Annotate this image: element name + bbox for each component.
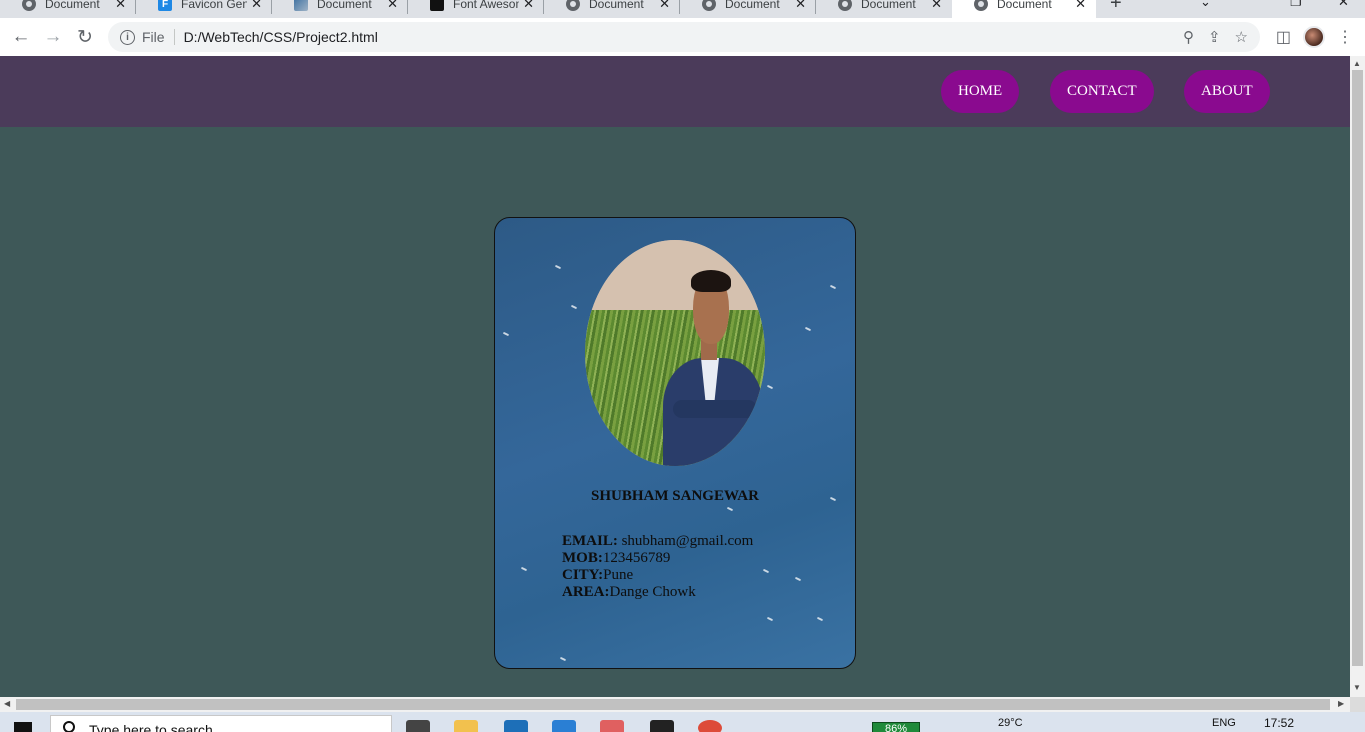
- url-text[interactable]: D:/WebTech/CSS/Project2.html: [184, 29, 378, 45]
- bookmark-star-icon[interactable]: ☆: [1235, 28, 1248, 46]
- vscode-icon[interactable]: [552, 720, 576, 732]
- tab-title: Document: [45, 0, 100, 11]
- mobile-label: MOB:: [562, 550, 603, 566]
- new-tab-button[interactable]: +: [1110, 0, 1122, 15]
- back-icon[interactable]: ←: [5, 21, 37, 53]
- page-viewport: HOME CONTACT ABOUT SHUBHAM SANGEWAR EMAI…: [0, 56, 1350, 697]
- chrome-icon[interactable]: [698, 720, 722, 732]
- globe-icon: [702, 0, 716, 11]
- vertical-scroll-thumb[interactable]: [1352, 70, 1363, 666]
- email-label: EMAIL:: [562, 533, 618, 549]
- taskbar-clock[interactable]: 17:52: [1264, 716, 1294, 730]
- city-value: Pune: [603, 567, 634, 583]
- share-icon[interactable]: ⇪: [1208, 28, 1221, 46]
- email-row: EMAIL: shubham@gmail.com: [562, 533, 753, 550]
- favicon-f-icon: F: [158, 0, 172, 11]
- profile-details: EMAIL: shubham@gmail.com MOB:123456789 C…: [562, 533, 753, 601]
- file-explorer-icon[interactable]: [454, 720, 478, 732]
- profile-photo: [585, 240, 765, 466]
- close-window-button[interactable]: ✕: [1338, 0, 1349, 10]
- tab-title: Document: [725, 0, 780, 11]
- nav-home-button[interactable]: HOME: [941, 70, 1020, 113]
- app-icon[interactable]: [600, 720, 624, 732]
- profile-avatar[interactable]: [1303, 26, 1325, 48]
- tab-search-icon[interactable]: ⌄: [1200, 0, 1211, 10]
- windows-taskbar: Type here to search 86% 29°C ENG 17:52: [0, 712, 1365, 732]
- scroll-down-arrow-icon[interactable]: ▼: [1353, 683, 1361, 692]
- tab-title: Document: [317, 0, 372, 11]
- language-indicator[interactable]: ENG: [1212, 717, 1236, 729]
- taskbar-search-box[interactable]: Type here to search: [50, 715, 392, 732]
- close-icon[interactable]: ✕: [1075, 0, 1086, 12]
- browser-toolbar: ← → ↻ i File D:/WebTech/CSS/Project2.htm…: [0, 18, 1365, 56]
- vertical-scrollbar[interactable]: ▲ ▼: [1350, 56, 1365, 697]
- city-label: CITY:: [562, 567, 604, 583]
- side-panel-icon[interactable]: ◫: [1276, 27, 1291, 47]
- windows-start-icon[interactable]: [14, 722, 32, 732]
- site-navbar: HOME CONTACT ABOUT: [0, 56, 1350, 127]
- horizontal-scroll-thumb[interactable]: [16, 699, 1330, 710]
- globe-icon: [838, 0, 852, 11]
- mobile-value: 123456789: [602, 550, 671, 566]
- tab-title: Document: [997, 0, 1052, 11]
- nav-about-button[interactable]: ABOUT: [1184, 70, 1270, 113]
- tab-title: Font Awesom: [453, 0, 520, 11]
- tab-strip: Document ✕ F Favicon Gene ✕ Document ✕ F…: [0, 0, 1365, 18]
- profile-card: SHUBHAM SANGEWAR EMAIL: shubham@gmail.co…: [494, 217, 856, 669]
- close-icon[interactable]: ✕: [659, 0, 670, 12]
- search-icon: [63, 721, 75, 732]
- image-icon: [294, 0, 308, 11]
- tab-document-active[interactable]: Document ✕: [952, 0, 1096, 18]
- font-awesome-icon: [430, 0, 444, 11]
- tab-favicon-generator[interactable]: F Favicon Gene ✕: [136, 0, 272, 18]
- tab-document-4[interactable]: Document ✕: [680, 0, 816, 18]
- close-icon[interactable]: ✕: [115, 0, 126, 12]
- globe-icon: [974, 0, 988, 11]
- close-icon[interactable]: ✕: [523, 0, 534, 12]
- close-icon[interactable]: ✕: [931, 0, 942, 12]
- tab-document-1[interactable]: Document ✕: [0, 0, 136, 18]
- area-row: AREA:Dange Chowk: [562, 584, 753, 601]
- area-label: AREA:: [562, 584, 610, 600]
- restore-window-button[interactable]: ❐: [1290, 0, 1302, 10]
- tab-font-awesome[interactable]: Font Awesom ✕: [408, 0, 544, 18]
- close-icon[interactable]: ✕: [251, 0, 262, 12]
- globe-icon: [22, 0, 36, 11]
- horizontal-scrollbar[interactable]: ◀ ▶: [0, 697, 1350, 712]
- tab-title: Document: [861, 0, 916, 11]
- profile-name: SHUBHAM SANGEWAR: [591, 488, 759, 504]
- nav-contact-button[interactable]: CONTACT: [1050, 70, 1154, 113]
- task-view-icon[interactable]: [406, 720, 430, 732]
- weather-temperature[interactable]: 29°C: [998, 717, 1023, 729]
- tab-document-5[interactable]: Document ✕: [816, 0, 952, 18]
- close-icon[interactable]: ✕: [795, 0, 806, 12]
- forward-icon[interactable]: →: [37, 21, 69, 53]
- address-bar[interactable]: i File D:/WebTech/CSS/Project2.html ⚲ ⇪ …: [108, 22, 1260, 52]
- battery-indicator[interactable]: 86%: [872, 722, 920, 732]
- reload-icon[interactable]: ↻: [69, 21, 101, 53]
- zoom-icon[interactable]: ⚲: [1183, 28, 1194, 46]
- tab-title: Document: [589, 0, 644, 11]
- taskbar-search-placeholder: Type here to search: [89, 722, 213, 732]
- menu-kebab-icon[interactable]: ⋮: [1337, 27, 1353, 47]
- scroll-right-arrow-icon[interactable]: ▶: [1338, 699, 1344, 708]
- city-row: CITY:Pune: [562, 567, 753, 584]
- close-icon[interactable]: ✕: [387, 0, 398, 12]
- globe-icon: [566, 0, 580, 11]
- mobile-row: MOB:123456789: [562, 550, 753, 567]
- scroll-left-arrow-icon[interactable]: ◀: [4, 699, 10, 708]
- tab-document-2[interactable]: Document ✕: [272, 0, 408, 18]
- terminal-icon[interactable]: [650, 720, 674, 732]
- email-value: shubham@gmail.com: [617, 533, 754, 549]
- tab-document-3[interactable]: Document ✕: [544, 0, 680, 18]
- info-icon[interactable]: i: [120, 29, 135, 45]
- scroll-up-arrow-icon[interactable]: ▲: [1353, 59, 1361, 68]
- mail-icon[interactable]: [504, 720, 528, 732]
- area-value: Dange Chowk: [609, 584, 696, 600]
- scheme-label: File: [142, 29, 165, 45]
- tab-title: Favicon Gene: [181, 0, 248, 11]
